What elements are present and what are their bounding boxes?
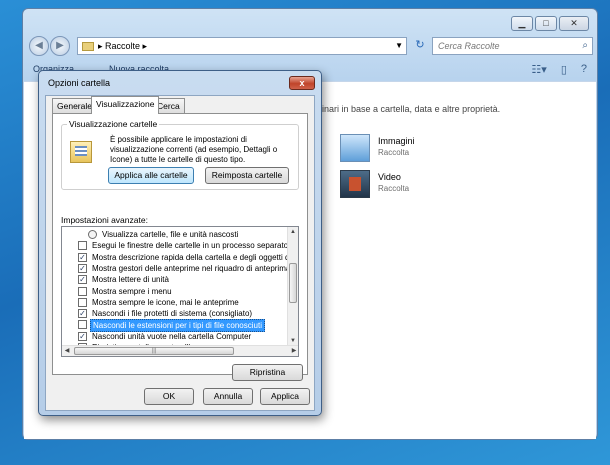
- videos-library-icon: [340, 170, 370, 198]
- setting-label: Mostra sempre le icone, mai le anteprime: [92, 297, 239, 307]
- dialog-title: Opzioni cartella: [48, 78, 111, 88]
- search-input[interactable]: Cerca Raccolte ⌕: [432, 37, 593, 55]
- search-placeholder: Cerca Raccolte: [438, 41, 500, 51]
- library-item-immagini[interactable]: Immagini Raccolta: [340, 134, 540, 168]
- folder-views-icon: [70, 141, 92, 163]
- checkbox[interactable]: [78, 286, 87, 296]
- view-options-icon[interactable]: ☷▾: [531, 63, 546, 76]
- maximize-button[interactable]: □: [535, 16, 557, 31]
- folder-views-group: Visualizzazione cartelle È possibile app…: [61, 119, 299, 190]
- scroll-right-arrow[interactable]: ▶: [289, 346, 298, 356]
- window-controls: ▁ □ ✕: [511, 16, 589, 31]
- close-dialog-button[interactable]: x: [289, 76, 315, 90]
- view-tab-panel: Visualizzazione cartelle È possibile app…: [52, 113, 308, 381]
- libraries-folder-icon: [82, 42, 94, 51]
- setting-label: Mostra lettere di unità: [92, 275, 169, 285]
- forward-button[interactable]: ▶: [50, 36, 70, 56]
- library-hint: linari in base a cartella, data e altre …: [320, 104, 501, 114]
- setting-row[interactable]: Mostra sempre i menu: [62, 286, 288, 297]
- checkbox[interactable]: [78, 320, 87, 330]
- apply-button[interactable]: Applica: [260, 388, 310, 405]
- setting-row[interactable]: ✓ Mostra gestori delle anteprime nel riqu…: [62, 263, 290, 274]
- setting-label: Mostra descrizione rapida della cartella…: [92, 252, 296, 262]
- ok-button[interactable]: OK: [144, 388, 194, 405]
- reset-folders-button[interactable]: Reimposta cartelle: [205, 167, 289, 184]
- scroll-up-arrow[interactable]: ▲: [288, 227, 298, 237]
- setting-label: Visualizza cartelle, file e unità nascos…: [102, 230, 239, 239]
- setting-label: Nascondi unità vuote nella cartella Comp…: [92, 331, 252, 341]
- library-type: Raccolta: [378, 148, 410, 157]
- library-name: Video: [378, 172, 401, 182]
- checkbox[interactable]: ✓: [78, 263, 87, 273]
- scroll-left-arrow[interactable]: ◀: [62, 346, 72, 356]
- preview-pane-icon[interactable]: ▯: [561, 63, 567, 76]
- library-type: Raccolta: [378, 184, 410, 193]
- cancel-button[interactable]: Annulla: [203, 388, 253, 405]
- setting-row[interactable]: ✓ Nascondi unità vuote nella cartella Com…: [62, 331, 288, 342]
- breadcrumb[interactable]: ▸ Raccolte ▸: [98, 41, 147, 52]
- setting-label: Mostra sempre i menu: [92, 286, 172, 296]
- checkbox[interactable]: ✓: [78, 275, 87, 285]
- help-icon[interactable]: ?: [581, 63, 587, 76]
- horizontal-scrollbar[interactable]: ◀ ||| ▶: [62, 345, 298, 356]
- setting-row[interactable]: Esegui le finestre delle cartelle in un …: [62, 240, 288, 251]
- chevron-down-icon[interactable]: ▼: [395, 41, 403, 50]
- advanced-settings-label: Impostazioni avanzate:: [61, 215, 148, 225]
- library-item-video[interactable]: Video Raccolta: [340, 170, 540, 204]
- setting-row[interactable]: Nascondi le estensioni per i tipi di fil…: [62, 319, 288, 333]
- setting-row[interactable]: ✓ Mostra descrizione rapida della cartell…: [62, 252, 296, 263]
- setting-label: Mostra gestori delle anteprime nel riqua…: [92, 263, 291, 273]
- navigation-bar: ◀ ▶ ▸ Raccolte ▸ ▼ ↻ Cerca Raccolte ⌕: [29, 36, 593, 56]
- scroll-thumb[interactable]: [289, 263, 297, 303]
- setting-row[interactable]: ✓ Mostra lettere di unità: [62, 274, 288, 285]
- folder-options-dialog: Opzioni cartella x Generale Visualizzazi…: [38, 70, 322, 416]
- checkbox[interactable]: ✓: [78, 331, 87, 341]
- setting-row[interactable]: ✓ Nascondi i file protetti di sistema (co…: [62, 308, 288, 319]
- checkbox[interactable]: ✓: [78, 309, 87, 319]
- checkbox[interactable]: [78, 297, 87, 307]
- search-icon[interactable]: ⌕: [582, 40, 588, 51]
- checkbox[interactable]: ✓: [78, 252, 87, 262]
- scroll-thumb-horizontal[interactable]: |||: [74, 347, 234, 355]
- group-label: Visualizzazione cartelle: [67, 119, 160, 129]
- pictures-library-icon: [340, 134, 370, 162]
- setting-row[interactable]: Visualizza cartelle, file e unità nascos…: [62, 229, 288, 240]
- checkbox[interactable]: [78, 241, 87, 251]
- advanced-settings-list[interactable]: Visualizza cartelle, file e unità nascos…: [61, 226, 299, 357]
- restore-defaults-button[interactable]: Ripristina: [232, 364, 303, 381]
- setting-row[interactable]: Mostra sempre le icone, mai le anteprime: [62, 297, 288, 308]
- apply-to-folders-button[interactable]: Applica alle cartelle: [108, 167, 194, 184]
- radio-button[interactable]: [88, 230, 97, 239]
- refresh-button[interactable]: ↻: [411, 37, 429, 55]
- back-button[interactable]: ◀: [29, 36, 49, 56]
- close-window-button[interactable]: ✕: [559, 16, 589, 31]
- minimize-button[interactable]: ▁: [511, 16, 533, 31]
- view-icons: ☷▾ ▯ ?: [531, 63, 587, 76]
- library-name: Immagini: [378, 136, 415, 146]
- vertical-scrollbar[interactable]: ▲ ▼: [287, 227, 298, 346]
- dialog-body: Generale Visualizzazione Cerca Visualizz…: [45, 95, 315, 411]
- setting-label: Esegui le finestre delle cartelle in un …: [92, 241, 289, 251]
- setting-label: Nascondi i file protetti di sistema (con…: [92, 309, 253, 319]
- tab-view[interactable]: Visualizzazione: [91, 96, 160, 114]
- folder-views-description: È possibile applicare le impostazioni di…: [110, 135, 278, 164]
- address-bar[interactable]: ▸ Raccolte ▸ ▼: [77, 37, 407, 55]
